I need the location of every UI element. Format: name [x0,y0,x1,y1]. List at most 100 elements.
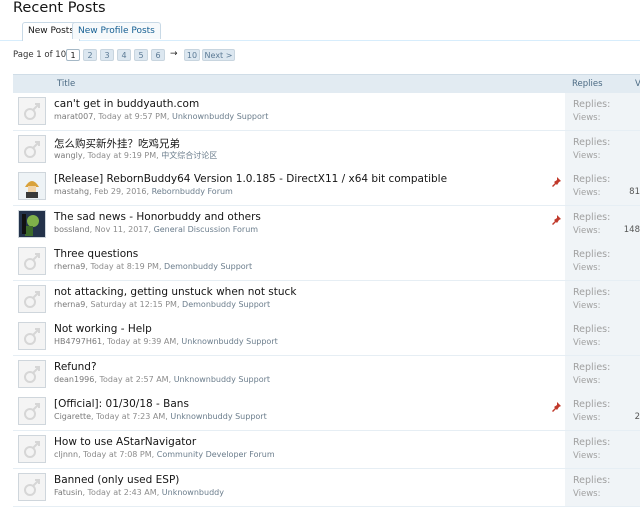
table-row[interactable]: Not working - Help HB4797H61, Today at 9:… [13,318,640,356]
thread-title-link[interactable]: can't get in buddyauth.com [54,98,199,110]
post-time[interactable]: Today at 2:43 AM [88,488,157,497]
post-time[interactable]: Feb 29, 2016 [94,187,146,196]
page-2-button[interactable]: 2 [83,49,97,61]
thread-meta: Fatusin, Today at 2:43 AM, Unknownbuddy [54,488,224,497]
thread-title-link[interactable]: Refund? [54,361,97,373]
post-time[interactable]: Today at 7:23 AM [96,412,165,421]
table-row[interactable]: Refund? dean1996, Today at 2:57 AM, Unkno… [13,356,640,394]
page-skip-arrow[interactable]: → [170,49,178,59]
avatar[interactable] [18,97,46,125]
avatar[interactable] [18,397,46,425]
thread-title-link[interactable]: How to use AStarNavigator [54,436,196,448]
thread-stats: Replies: Views: [565,318,640,355]
views-label: Views: [573,413,601,423]
thread-title-link[interactable]: Banned (only used ESP) [54,474,179,486]
thread-meta: rherna9, Today at 8:19 PM, Demonbuddy Su… [54,262,252,271]
forum-link[interactable]: Unknownbuddy Support [181,337,277,346]
author-link[interactable]: rherna9 [54,300,85,309]
thread-stats: Replies: Views: 148 [565,206,640,243]
thread-title-link[interactable]: [Release] RebornBuddy64 Version 1.0.185 … [54,173,447,185]
table-row[interactable]: The sad news - Honorbuddy and others boss… [13,206,640,244]
post-time[interactable]: Nov 11, 2017 [95,225,149,234]
page-6-button[interactable]: 6 [151,49,165,61]
page-1-button[interactable]: 1 [66,49,80,61]
forum-link[interactable]: Unknownbuddy [162,488,224,497]
tab-new-profile-posts[interactable]: New Profile Posts [72,22,161,39]
thread-stats: Replies: Views: [565,93,640,130]
author-link[interactable]: HB4797H61 [54,337,102,346]
forum-link[interactable]: General Discussion Forum [154,225,259,234]
avatar[interactable] [18,322,46,350]
post-time[interactable]: Today at 9:39 AM [107,337,176,346]
author-link[interactable]: rherna9 [54,262,85,271]
forum-link[interactable]: Unknownbuddy Support [172,112,268,121]
avatar[interactable] [18,285,46,313]
thread-meta: marat007, Today at 9:57 PM, Unknownbuddy… [54,112,268,121]
page-10-button[interactable]: 10 [184,49,200,61]
author-link[interactable]: dean1996 [54,375,94,384]
table-row[interactable]: [Official]: 01/30/18 - Bans Cigarette, To… [13,393,640,431]
author-link[interactable]: bossland [54,225,90,234]
table-row[interactable]: not attacking, getting unstuck when not … [13,281,640,319]
page-5-button[interactable]: 5 [134,49,148,61]
table-row[interactable]: can't get in buddyauth.com marat007, Toda… [13,93,640,131]
post-time[interactable]: Today at 8:19 PM [90,262,159,271]
thread-title-link[interactable]: not attacking, getting unstuck when not … [54,286,296,298]
thread-meta: dean1996, Today at 2:57 AM, Unknownbuddy… [54,375,270,384]
page-4-button[interactable]: 4 [117,49,131,61]
forum-link[interactable]: Community Developer Forum [157,450,275,459]
avatar[interactable] [18,247,46,275]
post-time[interactable]: Today at 7:08 PM [83,450,152,459]
post-time[interactable]: Saturday at 12:15 PM [90,300,177,309]
replies-label: Replies: [573,212,611,223]
column-replies-header[interactable]: Replies [572,79,603,89]
post-time[interactable]: Today at 2:57 AM [99,375,168,384]
forum-link[interactable]: Unknownbuddy Support [174,375,270,384]
table-row[interactable]: 怎么购买新外挂？吃鸡兄弟 wangly, Today at 9:19 PM, 中文… [13,131,640,169]
views-count: 148 [623,225,640,235]
tab-bar: New Posts New Profile Posts [0,22,640,41]
table-header: Title Replies V [13,74,640,94]
views-label: Views: [573,338,601,348]
author-link[interactable]: Cigarette [54,412,91,421]
post-time[interactable]: Today at 9:19 PM [88,151,157,160]
avatar[interactable] [18,210,46,238]
column-views-header[interactable]: V [635,79,640,89]
thread-meta: rherna9, Saturday at 12:15 PM, Demonbudd… [54,300,270,309]
table-row[interactable]: How to use AStarNavigator cljnnn, Today a… [13,431,640,469]
thread-title-link[interactable]: The sad news - Honorbuddy and others [54,211,261,223]
thread-title-link[interactable]: 怎么购买新外挂？吃鸡兄弟 [54,136,180,151]
forum-link[interactable]: 中文综合讨论区 [161,151,217,160]
avatar[interactable] [18,360,46,388]
table-row[interactable]: Three questions rherna9, Today at 8:19 PM… [13,243,640,281]
views-label: Views: [573,451,601,461]
thread-stats: Replies: Views: [565,469,640,506]
avatar[interactable] [18,435,46,463]
page-3-button[interactable]: 3 [100,49,114,61]
thread-title-link[interactable]: [Official]: 01/30/18 - Bans [54,398,189,410]
avatar[interactable] [18,135,46,163]
thread-title-link[interactable]: Three questions [54,248,138,260]
avatar[interactable] [18,172,46,200]
author-link[interactable]: mastahg [54,187,89,196]
forum-link[interactable]: Rebornbuddy Forum [152,187,233,196]
table-row[interactable]: [Release] RebornBuddy64 Version 1.0.185 … [13,168,640,206]
thread-meta: wangly, Today at 9:19 PM, 中文综合讨论区 [54,150,217,161]
post-time[interactable]: Today at 9:57 PM [98,112,167,121]
page-count-label: Page 1 of 10 [13,50,67,60]
author-link[interactable]: marat007 [54,112,93,121]
author-link[interactable]: Fatusin [54,488,82,497]
forum-link[interactable]: Unknownbuddy Support [170,412,266,421]
forum-link[interactable]: Demonbuddy Support [182,300,270,309]
column-title-header[interactable]: Title [57,79,75,89]
thread-title-link[interactable]: Not working - Help [54,323,152,335]
table-row[interactable]: Banned (only used ESP) Fatusin, Today at … [13,469,640,507]
thread-meta: Cigarette, Today at 7:23 AM, Unknownbudd… [54,412,267,421]
forum-link[interactable]: Demonbuddy Support [164,262,252,271]
author-link[interactable]: cljnnn [54,450,78,459]
thread-stats: Replies: Views: [565,243,640,280]
author-link[interactable]: wangly [54,151,83,160]
views-label: Views: [573,188,601,198]
avatar[interactable] [18,473,46,501]
next-page-button[interactable]: Next > [202,49,235,61]
